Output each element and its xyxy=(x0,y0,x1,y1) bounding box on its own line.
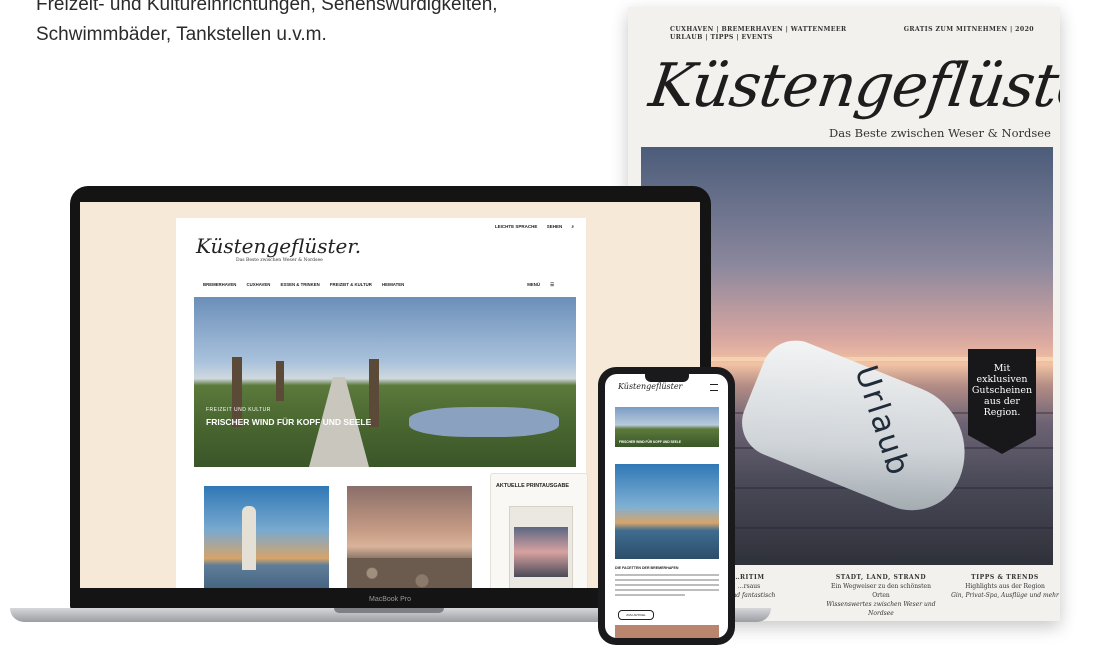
menu-label: MENÜ xyxy=(527,282,540,287)
sail-tower xyxy=(242,506,256,570)
search-icon[interactable]: ⌕ xyxy=(571,224,574,229)
coupon-ribbon: Mit exklusiven Gutscheinen aus der Regio… xyxy=(968,349,1036,454)
link-leichte-sprache[interactable]: LEICHTE SPRACHE xyxy=(495,224,538,229)
column-title: TIPPS & TRENDS xyxy=(971,574,1039,581)
phone-article-image[interactable] xyxy=(615,464,719,559)
column-italic: Gin, Privat-Spa, Ausflüge und mehr xyxy=(951,592,1059,599)
phone-notch xyxy=(645,374,689,382)
phone-article-button[interactable]: ZUM ARTIKEL xyxy=(618,610,654,620)
column-title: STADT, LAND, STRAND xyxy=(835,574,927,581)
hero-image[interactable]: FREIZEIT UND KULTUR FRISCHER WIND FÜR KO… xyxy=(194,297,576,467)
site-top-links: LEICHTE SPRACHE SEHEN ⌕ xyxy=(487,224,574,229)
magazine-top-left: CUXHAVEN | BREMERHAVEN | WATTENMEER URLA… xyxy=(670,26,847,41)
nav-cuxhaven[interactable]: CUXHAVEN xyxy=(247,282,271,287)
magazine-bottom: …RITIM …rsaus …und fantastisch STADT, LA… xyxy=(723,573,1060,617)
laptop-label: MacBook Pro xyxy=(368,596,412,603)
nav-essen-trinken[interactable]: ESSEN & TRINKEN xyxy=(281,282,320,287)
phone-menu-icon[interactable] xyxy=(710,384,718,391)
magazine-logo: Küstengeflüster. xyxy=(645,51,1060,121)
site-subtitle: Das Beste zwischen Weser & Nordsee xyxy=(236,258,323,263)
text-line xyxy=(615,589,719,591)
column-line: Highlights aus der Region xyxy=(965,583,1045,590)
hero-post xyxy=(276,361,284,401)
column-line: Ein Wegweiser zu den schönsten Orten xyxy=(831,583,931,599)
site-nav: BREMERHAVEN CUXHAVEN ESSEN & TRINKEN FRE… xyxy=(203,282,572,287)
intro-line-1: Freizeit- und Kultureinrichtungen, Sehen… xyxy=(36,0,498,15)
nav-freizeit-kultur[interactable]: FREIZEIT & KULTUR xyxy=(330,282,372,287)
hero-kicker: FREIZEIT UND KULTUR xyxy=(206,407,271,413)
phone-article-heading: DIE FACETTEN DER BREMERHAFEN xyxy=(615,566,679,570)
text-line xyxy=(615,594,685,596)
stones xyxy=(347,558,472,588)
print-issue-image xyxy=(514,527,568,577)
article-card-bremerhaven[interactable] xyxy=(204,486,329,588)
laptop-notch xyxy=(334,608,444,613)
nav-heimaten[interactable]: HEIMATEN xyxy=(382,282,404,287)
print-issue-cover[interactable] xyxy=(509,506,573,588)
column-line: …rsaus xyxy=(737,583,761,590)
magazine-column: STADT, LAND, STRAND Ein Wegweiser zu den… xyxy=(826,573,936,618)
text-line xyxy=(615,574,719,576)
text-line xyxy=(615,584,719,586)
article-card-coast[interactable] xyxy=(347,486,472,588)
smartphone: Küstengeflüster FRISCHER WIND FÜR KOPF U… xyxy=(598,367,735,645)
hero-title[interactable]: FRISCHER WIND FÜR KOPF UND SEELE xyxy=(206,417,376,428)
nav-bremerhaven[interactable]: BREMERHAVEN xyxy=(203,282,236,287)
website: LEICHTE SPRACHE SEHEN ⌕ Küstengeflüster.… xyxy=(176,218,588,588)
intro-line-2: Schwimmbäder, Tankstellen u.v.m. xyxy=(36,24,327,45)
hero-water xyxy=(409,407,559,437)
phone-hero[interactable]: FRISCHER WIND FÜR KOPF UND SEELE xyxy=(615,407,719,447)
column-italic: Wissenswertes zwischen Weser und Nordsee xyxy=(826,601,936,617)
print-issue-title: AKTUELLE PRINTAUSGABE xyxy=(496,483,569,489)
link-sehen[interactable]: SEHEN xyxy=(547,224,563,229)
phone-hero-title: FRISCHER WIND FÜR KOPF UND SEELE xyxy=(619,440,681,444)
menu-button[interactable]: MENÜ ☰ xyxy=(527,282,563,288)
phone-logo[interactable]: Küstengeflüster xyxy=(618,382,682,391)
text-line xyxy=(615,579,719,581)
phone-screen: Küstengeflüster FRISCHER WIND FÜR KOPF U… xyxy=(605,374,728,638)
magazine-top-right: GRATIS ZUM MITNEHMEN | 2020 xyxy=(903,26,1034,33)
phone-footer-image xyxy=(615,625,719,638)
magazine-subtitle: Das Beste zwischen Weser & Nordsee xyxy=(829,126,1051,140)
intro-text: Freizeit- und Kultureinrichtungen, Sehen… xyxy=(36,0,596,50)
magazine-column: TIPPS & TRENDS Highlights aus der Region… xyxy=(950,573,1060,600)
site-logo[interactable]: Küstengeflüster. xyxy=(196,234,361,258)
print-issue-box: AKTUELLE PRINTAUSGABE xyxy=(490,473,588,588)
hamburger-icon: ☰ xyxy=(550,282,554,287)
